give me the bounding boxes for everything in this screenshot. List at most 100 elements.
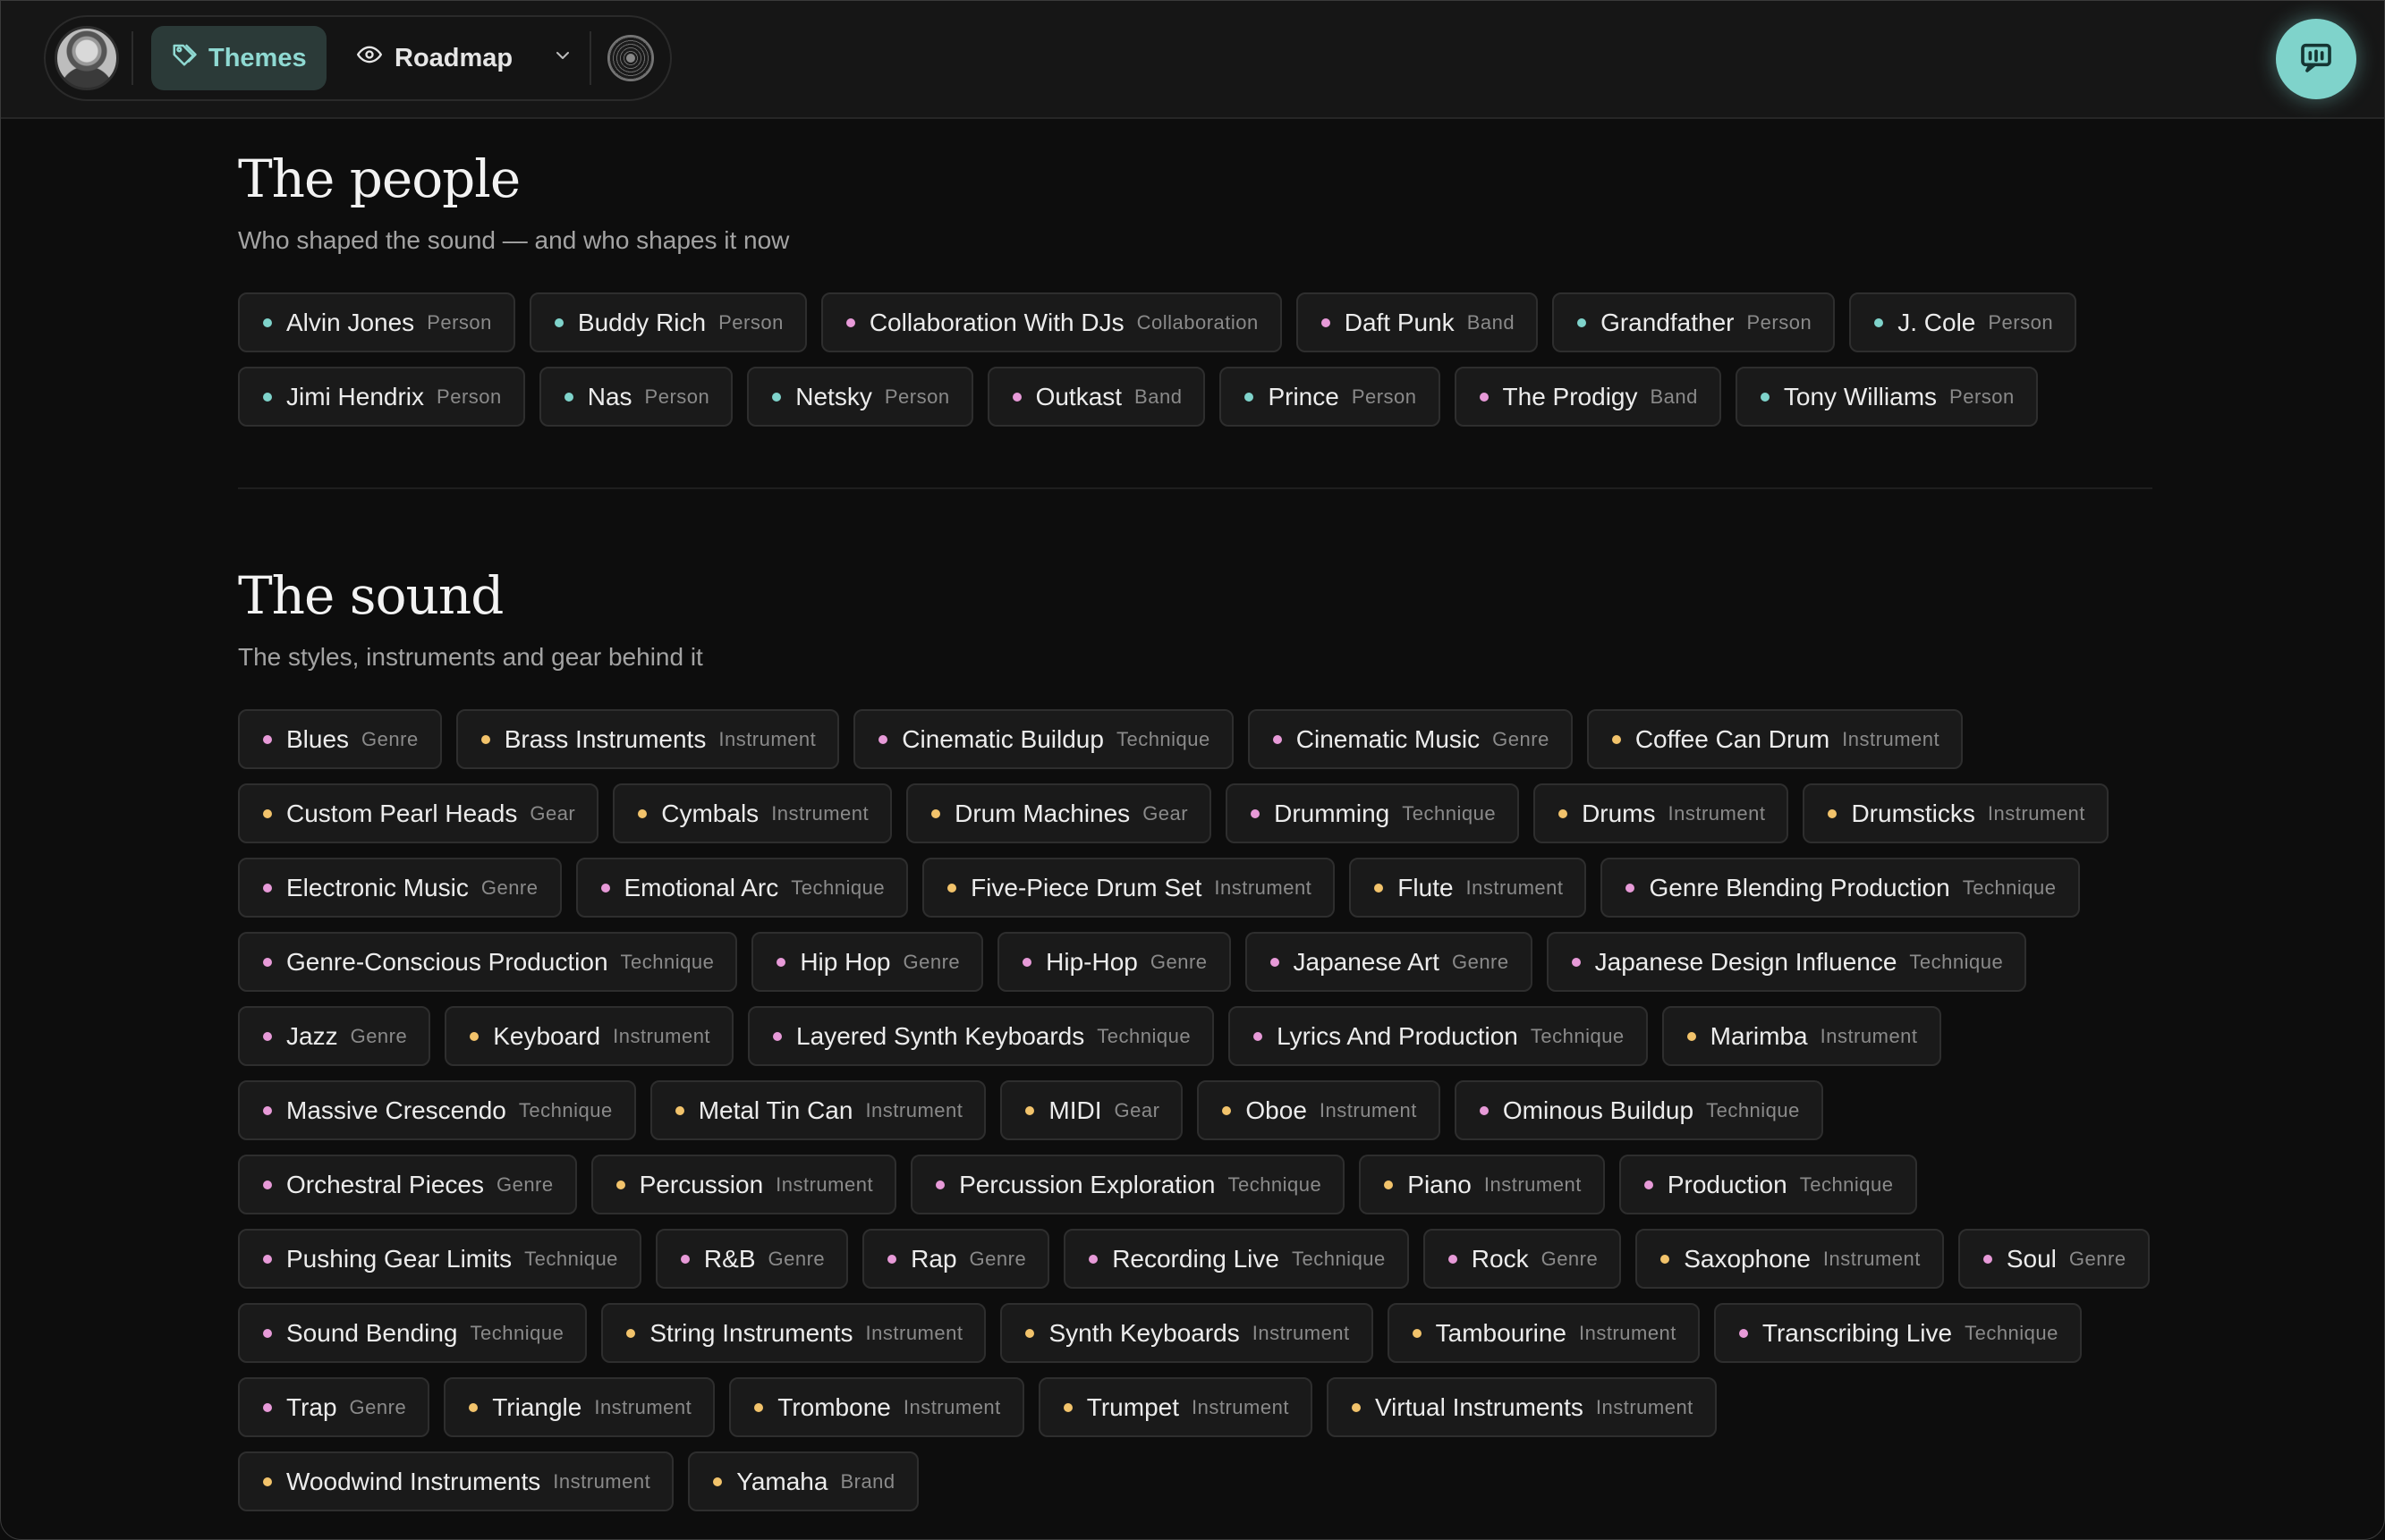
section-title-sound: The sound [238,565,504,626]
theme-chip[interactable]: Massive Crescendo Technique [238,1080,636,1140]
theme-chip[interactable]: Hip-Hop Genre [997,932,1231,992]
theme-chip[interactable]: Rap Genre [862,1229,1050,1289]
theme-chip[interactable]: Hip Hop Genre [751,932,984,992]
chip-type: Collaboration [1136,310,1259,334]
theme-chip[interactable]: Pushing Gear Limits Technique [238,1229,641,1289]
theme-chip[interactable]: Five-Piece Drum Set Instrument [922,858,1336,918]
theme-chip[interactable]: Japanese Design Influence Technique [1546,932,2027,992]
theme-chip[interactable]: Tony Williams Person [1735,367,2038,427]
theme-chip[interactable]: Orchestral Pieces Genre [238,1155,577,1214]
chat-button[interactable] [2276,19,2356,99]
theme-chip[interactable]: Drumming Technique [1226,783,1520,843]
theme-chip[interactable]: Nas Person [539,367,734,427]
theme-chip[interactable]: Metal Tin Can Instrument [649,1080,987,1140]
theme-chip[interactable]: Yamaha Brand [688,1451,919,1511]
theme-chip[interactable]: Grandfather Person [1552,292,1836,352]
theme-chip[interactable]: Triangle Instrument [444,1377,716,1437]
theme-chip[interactable]: Prince Person [1219,367,1440,427]
chip-type: Instrument [1987,801,2085,825]
theme-chip[interactable]: Genre Blending Production Technique [1600,858,2080,918]
chip-type: Instrument [1668,801,1766,825]
chip-name: Piano [1407,1170,1472,1198]
theme-chip[interactable]: Collaboration With DJs Collaboration [820,292,1282,352]
category-dot-icon [1447,1254,1457,1264]
category-dot-icon [947,883,957,893]
chip-name: J. Cole [1897,308,1976,336]
theme-chip[interactable]: Trombone Instrument [729,1377,1024,1437]
theme-chip[interactable]: Custom Pearl Heads Gear [238,783,599,843]
theme-chip[interactable]: Piano Instrument [1359,1155,1605,1214]
theme-chip[interactable]: Buddy Rich Person [529,292,807,352]
theme-chip[interactable]: MIDI Gear [1000,1080,1184,1140]
chip-name: Japanese Art [1293,947,1439,976]
theme-chip[interactable]: String Instruments Instrument [601,1303,987,1363]
theme-chip[interactable]: Drumsticks Instrument [1803,783,2109,843]
theme-chip[interactable]: Virtual Instruments Instrument [1326,1377,1717,1437]
theme-chip[interactable]: Flute Instrument [1349,858,1587,918]
theme-chip[interactable]: Cinematic Buildup Technique [853,709,1234,769]
theme-chip[interactable]: Alvin Jones Person [238,292,515,352]
app-window: Themes Roadmap The people Who shaped the… [0,0,2385,1540]
category-dot-icon [1025,1105,1035,1115]
theme-chip[interactable]: Trap Genre [238,1377,430,1437]
chip-type: Technique [1706,1098,1800,1121]
theme-chip[interactable]: Cymbals Instrument [613,783,893,843]
theme-chip[interactable]: Drum Machines Gear [906,783,1212,843]
theme-chip[interactable]: Daft Punk Band [1295,292,1539,352]
category-dot-icon [1253,1031,1263,1041]
nav-divider [590,31,591,85]
theme-chip[interactable]: Oboe Instrument [1197,1080,1440,1140]
theme-chip[interactable]: The Prodigy Band [1454,367,1721,427]
theme-chip[interactable]: Saxophone Instrument [1635,1229,1944,1289]
theme-chip[interactable]: Tambourine Instrument [1387,1303,1700,1363]
theme-chip[interactable]: Jazz Genre [238,1006,431,1066]
theme-chip[interactable]: Woodwind Instruments Instrument [238,1451,675,1511]
theme-chip[interactable]: Ominous Buildup Technique [1454,1080,1823,1140]
vinyl-icon[interactable] [607,35,654,81]
theme-chip[interactable]: Synth Keyboards Instrument [1000,1303,1373,1363]
theme-chip[interactable]: Marimba Instrument [1661,1006,1941,1066]
theme-chip[interactable]: Sound Bending Technique [238,1303,588,1363]
theme-chip[interactable]: Transcribing Live Technique [1713,1303,2082,1363]
theme-chip[interactable]: Brass Instruments Instrument [455,709,840,769]
theme-chip[interactable]: Genre-Conscious Production Technique [238,932,738,992]
theme-chip[interactable]: R&B Genre [655,1229,849,1289]
theme-chip[interactable]: Percussion Exploration Technique [911,1155,1345,1214]
theme-chip[interactable]: Layered Synth Keyboards Technique [748,1006,1215,1066]
theme-chip[interactable]: Percussion Instrument [590,1155,897,1214]
theme-chip[interactable]: Recording Live Technique [1064,1229,1409,1289]
theme-chip[interactable]: Outkast Band [987,367,1206,427]
theme-chip[interactable]: Lyrics And Production Technique [1228,1006,1648,1066]
theme-chip[interactable]: Electronic Music Genre [238,858,562,918]
category-dot-icon [1272,734,1282,744]
theme-chip[interactable]: Rock Genre [1422,1229,1622,1289]
chip-name: Rock [1471,1244,1529,1273]
category-dot-icon [777,957,786,967]
theme-chip[interactable]: Drums Instrument [1533,783,1789,843]
chevron-down-icon[interactable] [552,44,573,73]
category-dot-icon [772,392,782,402]
theme-chip[interactable]: Jimi Hendrix Person [238,367,525,427]
theme-chip[interactable]: Emotional Arc Technique [575,858,909,918]
tab-themes[interactable]: Themes [151,26,327,90]
category-dot-icon [1571,957,1581,967]
theme-chip[interactable]: Soul Genre [1957,1229,2150,1289]
theme-chip[interactable]: J. Cole Person [1849,292,2077,352]
theme-chip[interactable]: Coffee Can Drum Instrument [1586,709,1964,769]
tab-roadmap[interactable]: Roadmap [348,26,590,90]
theme-chip[interactable]: Netsky Person [747,367,973,427]
chip-type: Gear [1142,801,1189,825]
theme-chip[interactable]: Keyboard Instrument [445,1006,734,1066]
section-subtitle-sound: The styles, instruments and gear behind … [238,643,703,671]
chip-type: Instrument [771,801,870,825]
chip-name: Outkast [1035,382,1123,410]
theme-chip[interactable]: Cinematic Music Genre [1247,709,1573,769]
theme-chip[interactable]: Production Technique [1618,1155,1917,1214]
theme-chip[interactable]: Blues Genre [238,709,442,769]
top-bar: Themes Roadmap [1,1,2384,119]
theme-chip[interactable]: Japanese Art Genre [1244,932,1532,992]
chip-type: Instrument [1252,1321,1350,1344]
theme-chip[interactable]: Trumpet Instrument [1038,1377,1312,1437]
avatar[interactable] [55,26,119,90]
chip-type: Technique [1530,1024,1625,1047]
